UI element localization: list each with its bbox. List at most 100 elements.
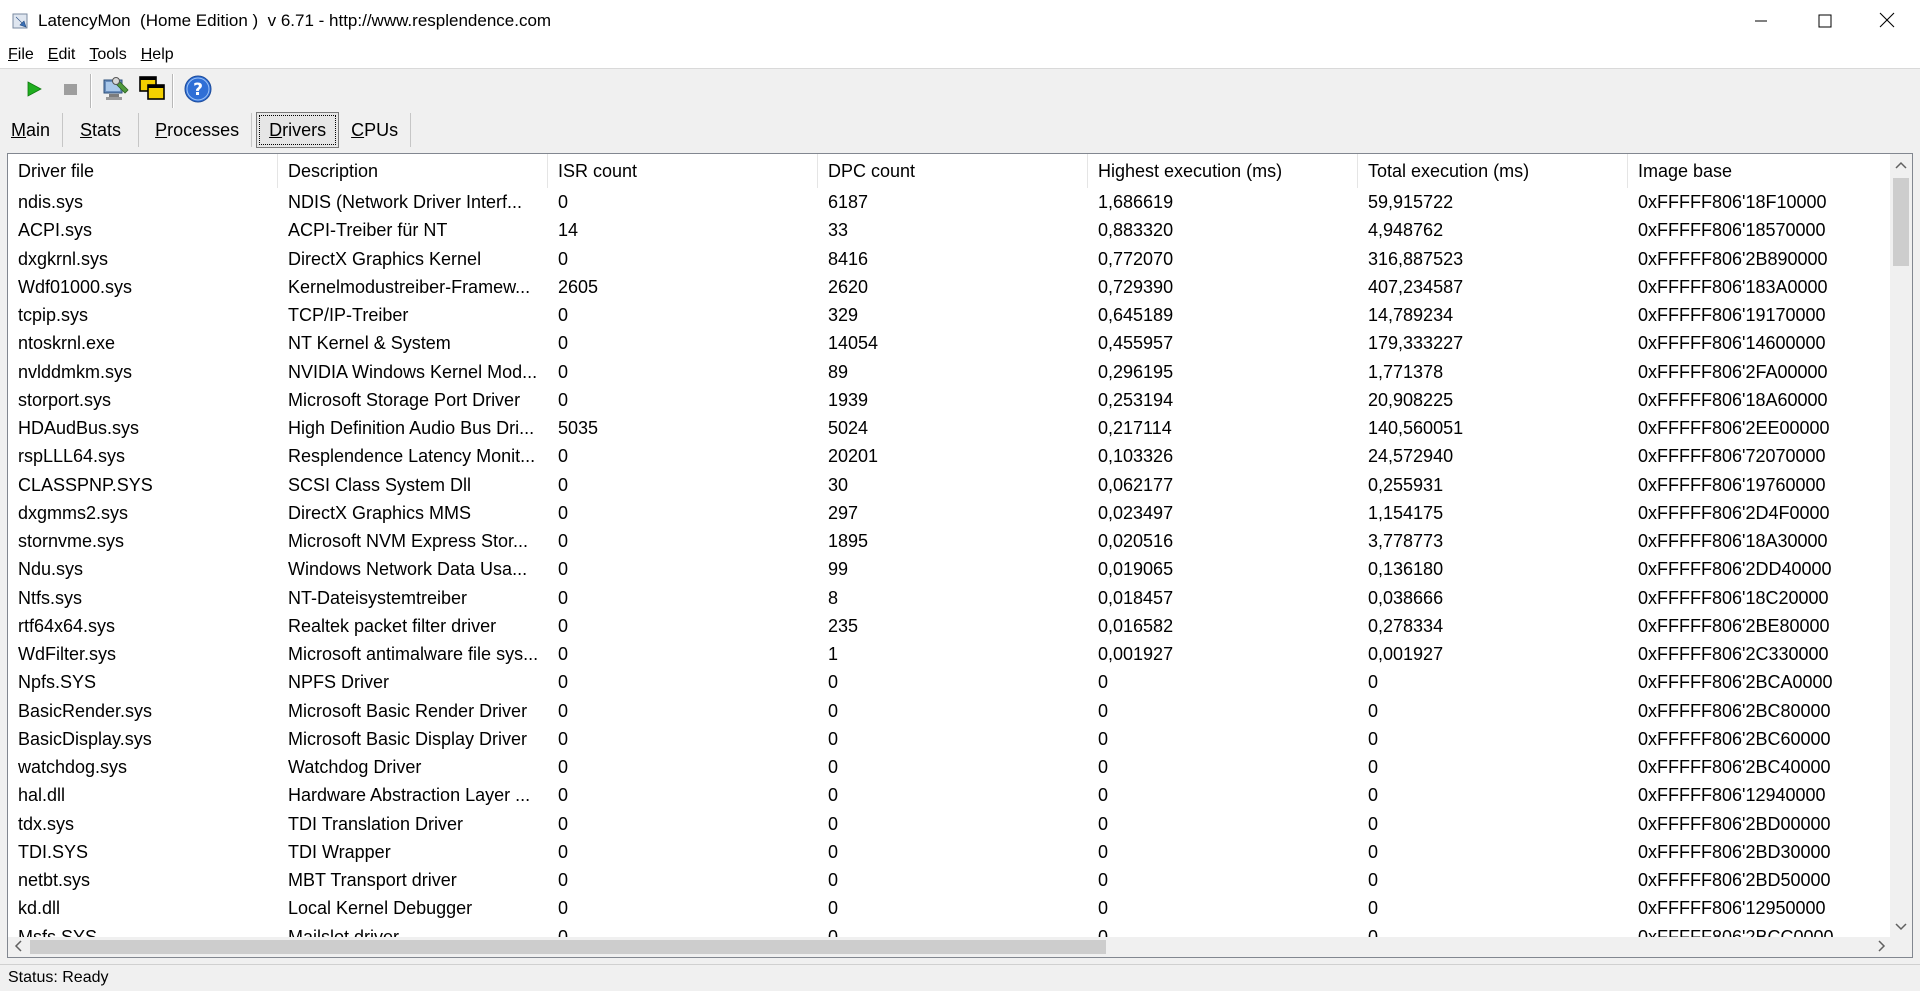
column-header-driver-file[interactable]: Driver file <box>8 154 278 188</box>
table-row[interactable]: hal.dll Hardware Abstraction Layer ... 0 0 0… <box>8 781 1892 809</box>
table-row[interactable]: rtf64x64.sys Realtek packet filter driver… <box>8 612 1892 640</box>
column-header-description[interactable]: Description <box>278 154 548 188</box>
list-body[interactable]: ndis.sys NDIS (Network Driver Interf... 0 6… <box>8 188 1892 938</box>
cell-image-base: 0xFFFFF806'2BC60000 <box>1638 728 1831 749</box>
chevron-up-icon <box>1895 158 1907 172</box>
table-row[interactable]: dxgmms2.sys DirectX Graphics MMS 0 297 0,023… <box>8 499 1892 527</box>
horizontal-scrollbar[interactable] <box>8 937 1892 957</box>
cell-highest-execution: 0,455957 <box>1098 333 1174 354</box>
scroll-up-button[interactable] <box>1890 154 1912 176</box>
windows-button[interactable] <box>136 75 168 107</box>
cell-highest-execution: 0 <box>1098 870 1109 890</box>
table-row[interactable]: WdFilter.sys Microsoft antimalware file s… <box>8 640 1892 668</box>
table-row[interactable]: nvlddmkm.sys NVIDIA Windows Kernel Mod...… <box>8 358 1892 386</box>
table-row[interactable]: dxgkrnl.sys DirectX Graphics Kernel 0 8416 0… <box>8 245 1892 273</box>
stop-button[interactable] <box>54 75 86 107</box>
scroll-right-button[interactable] <box>1872 937 1892 957</box>
analyze-button[interactable] <box>100 75 132 107</box>
cell-driver-file: tdx.sys <box>18 813 75 834</box>
table-row[interactable]: tdx.sys TDI Translation Driver 0 0 0 0 0xFFFFF… <box>8 810 1892 838</box>
cell-isr-count: 0 <box>558 700 569 721</box>
menu-help[interactable]: Help <box>133 46 180 64</box>
tab-processes[interactable]: Processes <box>139 113 253 147</box>
cell-isr-count: 0 <box>558 926 569 939</box>
tab-cpus[interactable]: CPUs <box>339 113 412 147</box>
table-row[interactable]: storport.sys Microsoft Storage Port Drive… <box>8 386 1892 414</box>
close-icon <box>1879 9 1895 33</box>
table-row[interactable]: stornvme.sys Microsoft NVM Express Stor..… <box>8 527 1892 555</box>
table-row[interactable]: Msfs.SYS Mailslot driver 0 0 0 0 0xFFFFF806'2B… <box>8 923 1892 939</box>
table-row[interactable]: Ndu.sys Windows Network Data Usa... 0 99 0,0… <box>8 555 1892 583</box>
menu-file[interactable]: File <box>0 46 40 64</box>
column-header-highest-execution[interactable]: Highest execution (ms) <box>1088 154 1358 188</box>
cell-description: TCP/IP-Treiber <box>288 305 409 325</box>
table-row[interactable]: BasicRender.sys Microsoft Basic Render Dr… <box>8 697 1892 725</box>
table-row[interactable]: ndis.sys NDIS (Network Driver Interf... 0 6… <box>8 188 1892 216</box>
maximize-button[interactable] <box>1794 0 1856 42</box>
menu-edit-label: dit <box>58 46 76 63</box>
menu-edit[interactable]: Edit <box>40 46 82 64</box>
cell-total-execution: 0 <box>1368 672 1379 693</box>
cell-highest-execution: 0,772070 <box>1098 248 1174 269</box>
cell-total-execution: 1,154175 <box>1368 502 1444 523</box>
column-header-total-execution[interactable]: Total execution (ms) <box>1358 154 1628 188</box>
column-header-dpc-count[interactable]: DPC count <box>818 154 1088 188</box>
horizontal-scroll-thumb[interactable] <box>30 940 1106 954</box>
cell-highest-execution: 0,253194 <box>1098 389 1174 410</box>
close-button[interactable] <box>1856 0 1918 42</box>
cell-driver-file: kd.dll <box>18 898 61 919</box>
cell-image-base: 0xFFFFF806'2BD50000 <box>1638 870 1831 890</box>
menu-help-mnemonic: H <box>140 46 153 63</box>
cell-image-base: 0xFFFFF806'12940000 <box>1638 785 1826 806</box>
cell-driver-file: netbt.sys <box>18 870 91 890</box>
table-row[interactable]: rspLLL64.sys Resplendence Latency Monit..… <box>8 442 1892 470</box>
help-button[interactable]: ? <box>182 75 214 107</box>
table-row[interactable]: Ntfs.sys NT-Dateisystemtreiber 0 8 0,018457 0… <box>8 584 1892 612</box>
cell-highest-execution: 0 <box>1098 813 1109 834</box>
drivers-list[interactable]: Driver file Description ISR count DPC count… <box>7 153 1913 958</box>
tab-stats[interactable]: Stats <box>63 113 140 147</box>
minimize-button[interactable] <box>1730 0 1792 42</box>
table-row[interactable]: kd.dll Local Kernel Debugger 0 0 0 0 0xFFFFF80… <box>8 894 1892 922</box>
cell-image-base: 0xFFFFF806'18A60000 <box>1638 389 1828 410</box>
table-row[interactable]: Npfs.SYS NPFS Driver 0 0 0 0 0xFFFFF806'2BCA00… <box>8 668 1892 696</box>
table-row[interactable]: ntoskrnl.exe NT Kernel & System 0 14054 0,45… <box>8 329 1892 357</box>
cell-dpc-count: 5024 <box>828 418 869 438</box>
cell-highest-execution: 0,018457 <box>1098 587 1174 608</box>
scroll-left-button[interactable] <box>8 937 28 957</box>
cell-highest-execution: 0,019065 <box>1098 559 1174 580</box>
vertical-scroll-thumb[interactable] <box>1893 178 1909 266</box>
title-bar[interactable]: LatencyMon (Home Edition ) v 6.71 - http… <box>0 0 1920 42</box>
play-icon <box>25 80 43 103</box>
tab-main[interactable]: Main <box>0 113 64 147</box>
cell-highest-execution: 0,729390 <box>1098 276 1174 297</box>
table-row[interactable]: ACPI.sys ACPI-Treiber für NT 14 33 0,883320 4… <box>8 216 1892 244</box>
cell-dpc-count: 33 <box>828 220 849 241</box>
cell-image-base: 0xFFFFF806'2C330000 <box>1638 644 1829 664</box>
start-button[interactable] <box>18 75 50 107</box>
tab-drivers[interactable]: Drivers <box>256 112 340 148</box>
menu-tools[interactable]: Tools <box>81 46 132 64</box>
cell-highest-execution: 0 <box>1098 728 1109 749</box>
chevron-right-icon <box>1878 939 1886 955</box>
cell-total-execution: 0,136180 <box>1368 559 1444 580</box>
cell-driver-file: Ntfs.sys <box>18 587 83 608</box>
column-header-image-base[interactable]: Image base <box>1628 154 1892 188</box>
cell-driver-file: hal.dll <box>18 785 66 806</box>
scroll-down-button[interactable] <box>1890 916 1912 938</box>
table-row[interactable]: Wdf01000.sys Kernelmodustreiber-Framew...… <box>8 273 1892 301</box>
table-row[interactable]: tcpip.sys TCP/IP-Treiber 0 329 0,645189 14,78… <box>8 301 1892 329</box>
table-row[interactable]: watchdog.sys Watchdog Driver 0 0 0 0 0xFFFFF80… <box>8 753 1892 781</box>
menu-edit-mnemonic: E <box>47 46 59 63</box>
cell-image-base: 0xFFFFF806'2B890000 <box>1638 248 1828 269</box>
cell-driver-file: rtf64x64.sys <box>18 615 116 636</box>
table-row[interactable]: HDAudBus.sys High Definition Audio Bus Dr… <box>8 414 1892 442</box>
cell-highest-execution: 0 <box>1098 785 1109 806</box>
table-row[interactable]: TDI.SYS TDI Wrapper 0 0 0 0 0xFFFFF806'2BD3000… <box>8 838 1892 866</box>
table-row[interactable]: netbt.sys MBT Transport driver 0 0 0 0 0xFFFFF… <box>8 866 1892 894</box>
column-header-isr-count[interactable]: ISR count <box>548 154 818 188</box>
cell-total-execution: 316,887523 <box>1368 248 1464 269</box>
vertical-scrollbar[interactable] <box>1890 154 1912 938</box>
table-row[interactable]: CLASSPNP.SYS SCSI Class System Dll 0 30 0,06… <box>8 471 1892 499</box>
table-row[interactable]: BasicDisplay.sys Microsoft Basic Display … <box>8 725 1892 753</box>
